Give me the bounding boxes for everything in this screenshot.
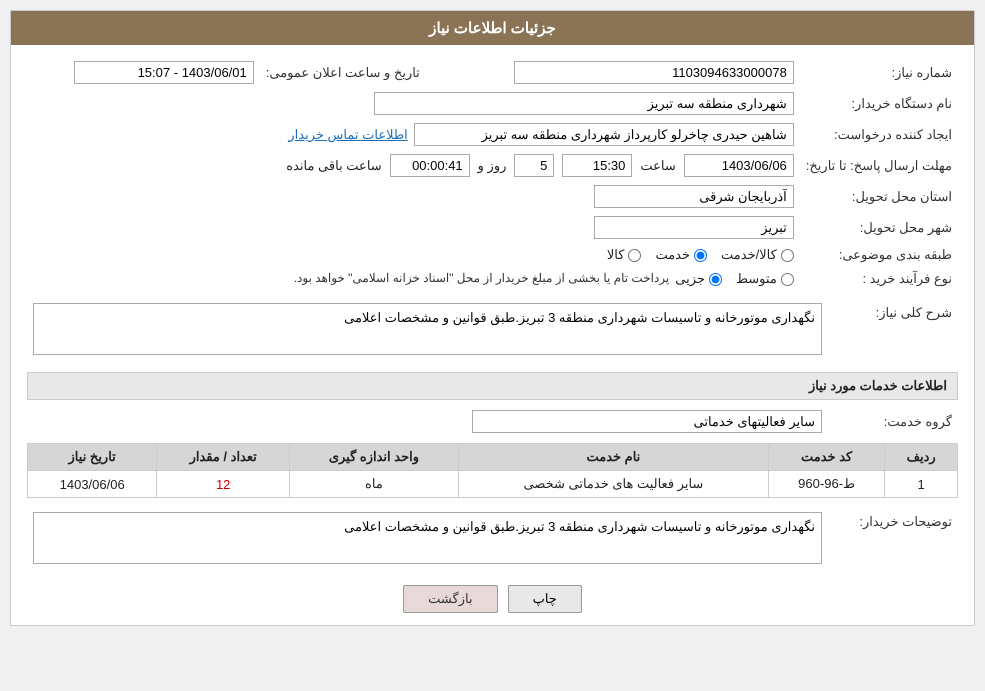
ostan-input[interactable] [594, 185, 794, 208]
ijad-input[interactable] [414, 123, 794, 146]
cell-nam: سایر فعالیت های خدماتی شخصی [458, 471, 768, 498]
radio-jozi[interactable]: جزیی [675, 271, 722, 287]
shahr-input[interactable] [594, 216, 794, 239]
shomara-niaz-label: شماره نیاز: [800, 57, 958, 88]
col-radif: ردیف [885, 444, 958, 471]
col-nam: نام خدمت [458, 444, 768, 471]
saat-label: ساعت [640, 158, 675, 174]
cell-radif: 1 [885, 471, 958, 498]
radio-kala-label: کالا [607, 247, 625, 263]
col-tarikh: تاریخ نیاز [28, 444, 157, 471]
grooh-label: گروه خدمت: [828, 406, 958, 437]
tozihat-label: توضیحات خریدار: [828, 508, 958, 571]
tarikh-input[interactable] [684, 154, 794, 177]
rooz-label: روز و [478, 158, 507, 174]
radio-mottaset-label: متوسط [736, 271, 777, 287]
radio-jozi-label: جزیی [675, 271, 705, 287]
radio-kala-khadamat[interactable]: کالا/خدمت [721, 247, 794, 263]
table-row: 1 ط-96-960 سایر فعالیت های خدماتی شخصی م… [28, 471, 958, 498]
print-button[interactable]: چاپ [508, 585, 582, 613]
col-kod: کد خدمت [768, 444, 884, 471]
mohlet-label: مهلت ارسال پاسخ: تا تاریخ: [800, 150, 958, 181]
baqi-label: ساعت باقی مانده [286, 158, 381, 174]
radio-khadamat[interactable]: خدمت [655, 247, 707, 263]
back-button[interactable]: بازگشت [403, 585, 497, 613]
page-title: جزئیات اطلاعات نیاز [11, 11, 974, 45]
radio-kala[interactable]: کالا [607, 247, 642, 263]
shahr-label: شهر محل تحویل: [800, 212, 958, 243]
namdastgah-input[interactable] [374, 92, 794, 115]
contact-link[interactable]: اطلاعات تماس خریدار [288, 127, 407, 143]
button-row: چاپ بازگشت [27, 585, 958, 613]
grooh-input[interactable] [472, 410, 822, 433]
radio-khadamat-label: خدمت [655, 247, 690, 263]
namdastgah-label: نام دستگاه خریدار: [800, 88, 958, 119]
radio-mottaset[interactable]: متوسط [736, 271, 794, 287]
cell-tarikh: 1403/06/06 [28, 471, 157, 498]
ijad-label: ایجاد کننده درخواست: [800, 119, 958, 150]
rooz-input[interactable] [514, 154, 554, 177]
sharh-textarea[interactable]: نگهداری موتورخانه و تاسیسات شهرداری منطق… [33, 303, 822, 355]
tozihat-textarea[interactable]: نگهداری موتورخانه و تاسیسات شهرداری منطق… [33, 512, 822, 564]
radio-kala-khadamat-label: کالا/خدمت [721, 247, 777, 263]
sharh-label: شرح کلی نیاز: [828, 299, 958, 362]
cell-kod: ط-96-960 [768, 471, 884, 498]
tabaqe-label: طبقه بندی موضوعی: [800, 243, 958, 267]
saat-input[interactable] [562, 154, 632, 177]
cell-vahad: ماه [290, 471, 459, 498]
nooe-farayand-label: نوع فرآیند خرید : [800, 267, 958, 291]
cell-tedad: 12 [157, 471, 290, 498]
services-title: اطلاعات خدمات مورد نیاز [27, 372, 958, 400]
shomara-niaz-input[interactable] [514, 61, 794, 84]
col-tedad: تعداد / مقدار [157, 444, 290, 471]
baqi-input[interactable] [390, 154, 470, 177]
col-vahad: واحد اندازه گیری [290, 444, 459, 471]
farayand-note: پرداخت تام یا بخشی از مبلغ خریدار از محل… [294, 271, 670, 285]
services-table: ردیف کد خدمت نام خدمت واحد اندازه گیری ت… [27, 443, 958, 498]
ostan-label: استان محل تحویل: [800, 181, 958, 212]
tarikh-elaan-label: تاریخ و ساعت اعلان عمومی: [260, 57, 426, 88]
tarikh-elaan-input[interactable] [74, 61, 254, 84]
